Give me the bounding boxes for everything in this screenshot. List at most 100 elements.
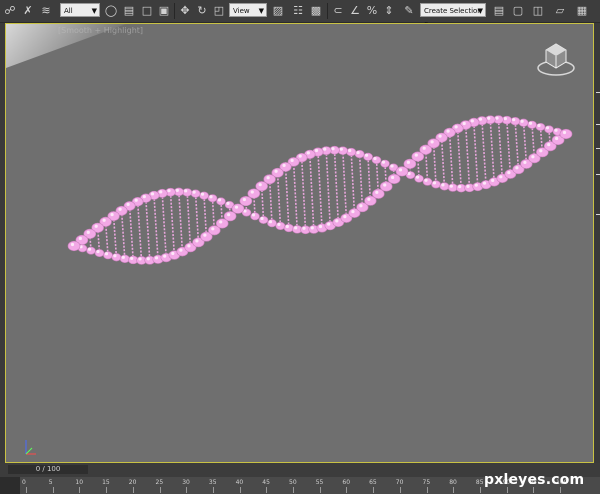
- edit-named-sets-icon[interactable]: ✎: [401, 3, 417, 19]
- viewport-label[interactable]: [Smooth + Highlight]: [58, 26, 143, 35]
- pivot-center-icon[interactable]: ▨: [270, 3, 286, 19]
- dna-sphere-highlight: [495, 116, 499, 120]
- render-production-icon[interactable]: ▦: [574, 3, 590, 19]
- dna-sphere-highlight: [242, 197, 246, 202]
- dna-sphere-highlight: [87, 247, 92, 251]
- select-by-name-icon[interactable]: ▤: [121, 3, 137, 19]
- select-object-icon[interactable]: ◯: [103, 3, 119, 19]
- dna-rung: [514, 121, 520, 170]
- ruler-label: 60: [342, 479, 351, 486]
- dna-sphere-highlight: [351, 209, 355, 214]
- snap-icon[interactable]: ⊂: [330, 3, 346, 19]
- dna-rung: [169, 192, 176, 256]
- dna-sphere-highlight: [446, 129, 450, 133]
- dna-sphere: [86, 246, 96, 255]
- dna-sphere-highlight: [113, 254, 117, 258]
- angle-snap-icon[interactable]: ∠: [347, 3, 363, 19]
- dna-sphere-highlight: [159, 190, 163, 194]
- dna-sphere-highlight: [203, 233, 207, 237]
- dna-sphere-highlight: [523, 160, 527, 165]
- selection-filter-value: All: [64, 7, 73, 15]
- window-crossing-icon[interactable]: ▣: [156, 3, 172, 19]
- dna-sphere-highlight: [150, 192, 155, 196]
- layers-icon[interactable]: ▤: [491, 3, 507, 19]
- dna-sphere-highlight: [441, 183, 445, 187]
- render-setup-icon[interactable]: ▢: [510, 3, 526, 19]
- dna-sphere-highlight: [432, 181, 437, 185]
- dna-sphere-highlight: [274, 169, 278, 173]
- ruler-tick: [212, 487, 214, 493]
- move-icon[interactable]: ✥: [177, 3, 193, 19]
- dna-rung: [464, 124, 471, 188]
- dna-sphere: [223, 211, 237, 222]
- chevron-down-icon: ▼: [258, 7, 264, 15]
- ruler-tick: [373, 487, 375, 493]
- dna-sphere: [422, 177, 433, 186]
- dna-rung: [284, 166, 290, 229]
- dna-rung: [358, 154, 364, 208]
- viewcube-icon[interactable]: [537, 43, 575, 76]
- ruler-label: 25: [155, 479, 164, 486]
- ruler-tick: [106, 487, 108, 493]
- dna-sphere: [439, 182, 450, 191]
- ruler-label: 75: [422, 479, 431, 486]
- scale-icon[interactable]: ◰: [211, 3, 227, 19]
- dna-sphere-highlight: [310, 226, 314, 230]
- dna-sphere-highlight: [482, 181, 487, 185]
- unlink-icon[interactable]: ✗: [20, 3, 36, 19]
- dna-sphere-highlight: [146, 257, 150, 261]
- dna-sphere-highlight: [545, 126, 550, 130]
- dna-rung: [506, 120, 512, 175]
- dna-sphere-highlight: [314, 148, 319, 153]
- reference-coordinate-dropdown[interactable]: View ▼: [229, 3, 267, 17]
- dna-rung: [333, 150, 340, 223]
- dna-sphere-highlight: [348, 148, 352, 153]
- ruler-label: 0: [22, 479, 26, 486]
- ruler-tick: [79, 487, 81, 493]
- perspective-viewport[interactable]: [Smooth + Highlight]: [5, 23, 594, 463]
- mirror-icon[interactable]: ☷: [290, 3, 306, 19]
- dna-sphere-highlight: [458, 185, 462, 189]
- dna-sphere-highlight: [179, 248, 183, 252]
- bind-space-warp-icon[interactable]: ≋: [38, 3, 54, 19]
- render-frame-icon[interactable]: ◫: [530, 3, 546, 19]
- dna-sphere-highlight: [539, 149, 543, 153]
- percent-snap-icon[interactable]: %: [364, 3, 380, 19]
- dna-sphere: [247, 188, 261, 199]
- dna-sphere-highlight: [430, 140, 434, 144]
- dna-helix-model[interactable]: [67, 115, 573, 265]
- dna-sphere-highlight: [184, 189, 188, 193]
- dna-rung: [128, 205, 134, 260]
- dna-sphere-highlight: [339, 147, 343, 151]
- dna-sphere: [414, 174, 424, 183]
- dna-sphere-highlight: [383, 183, 387, 187]
- dna-rung: [440, 137, 446, 187]
- render-icon[interactable]: ▱: [552, 3, 568, 19]
- dna-sphere-highlight: [234, 205, 239, 209]
- dna-sphere-highlight: [102, 218, 106, 222]
- dna-sphere-highlight: [258, 183, 262, 187]
- named-selection-set-dropdown[interactable]: Create Selection S ▼: [420, 3, 486, 29]
- align-icon[interactable]: ▩: [308, 3, 324, 19]
- dna-sphere: [431, 180, 441, 189]
- dna-sphere-highlight: [503, 116, 507, 121]
- dna-sphere: [371, 156, 382, 165]
- ruler-label: 80: [449, 479, 457, 486]
- dna-sphere-highlight: [424, 178, 428, 182]
- rotate-icon[interactable]: ↻: [194, 3, 210, 19]
- dna-sphere-highlight: [226, 201, 230, 205]
- dna-sphere-highlight: [520, 119, 524, 123]
- rect-region-icon[interactable]: □: [139, 3, 155, 19]
- dna-sphere-highlight: [302, 226, 306, 230]
- ruler-label: 85: [475, 479, 484, 486]
- axis-tripod-icon: [25, 440, 36, 455]
- ruler-tick: [426, 487, 428, 493]
- dna-sphere-highlight: [126, 202, 130, 207]
- spinner-snap-icon[interactable]: ⇕: [381, 3, 397, 19]
- time-slider[interactable]: 0 / 100: [8, 465, 88, 474]
- dna-sphere: [346, 147, 357, 157]
- select-link-icon[interactable]: ☍: [2, 3, 18, 19]
- selection-filter-dropdown[interactable]: All ▼: [60, 3, 100, 17]
- panel-tick: [596, 92, 600, 93]
- dna-sphere-highlight: [375, 190, 379, 194]
